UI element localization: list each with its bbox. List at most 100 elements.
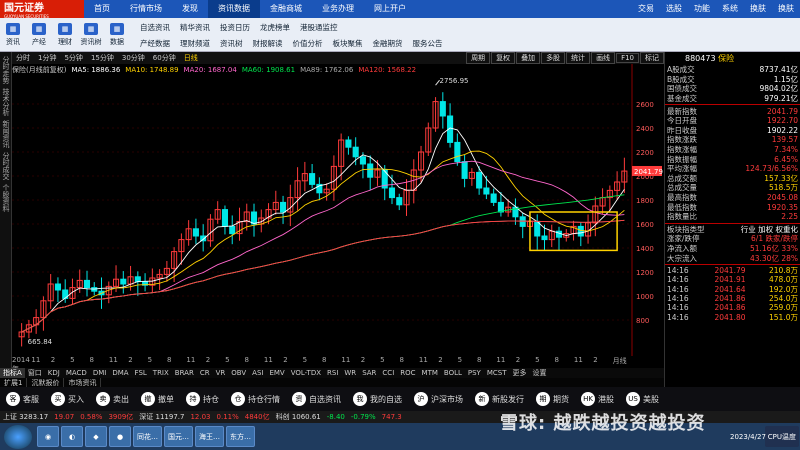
top-nav-item[interactable]: 首页 [84,0,120,18]
top-nav-item[interactable]: 行情市场 [120,0,172,18]
toolbar-link[interactable]: 板块聚焦 [328,38,368,49]
period-tab[interactable]: 30分钟 [118,53,149,63]
bottom-nav-3[interactable]: 撤撤单 [135,392,180,406]
top-nav-item[interactable]: 网上开户 [364,0,416,18]
period-tool-button[interactable]: 画线 [591,52,616,64]
toolbar-link[interactable]: 投资日历 [215,22,255,33]
top-nav-item[interactable]: 金融商城 [260,0,312,18]
bottom-nav-1[interactable]: 买买入 [45,392,90,406]
indicator-tab[interactable]: MCST [484,369,510,377]
top-right-item[interactable]: 换肤 [744,0,772,18]
period-tool-button[interactable]: 统计 [566,52,591,64]
period-tab[interactable]: 60分钟 [149,53,180,63]
indicator-tab[interactable]: VR [213,369,229,377]
top-right-item[interactable]: 选股 [660,0,688,18]
taskbar-app[interactable]: 同花… [133,426,162,447]
top-right-item[interactable]: 系统 [716,0,744,18]
taskbar-app[interactable]: 东方… [226,426,255,447]
toolbar-link[interactable]: 服务公告 [408,38,448,49]
toolbar-link[interactable]: 金融期货 [368,38,408,49]
taskbar-app[interactable]: 海王… [195,426,224,447]
toolbar-link[interactable]: 龙虎榜单 [255,22,295,33]
left-strip-tab[interactable]: 分时走势 [1,56,11,84]
taskbar-app-icon[interactable]: ◐ [61,426,83,447]
indicator-tab[interactable]: MTM [419,369,441,377]
top-nav-item[interactable]: 资讯数据 [208,0,260,18]
period-tab[interactable]: 1分钟 [34,53,60,63]
bottom-nav-7[interactable]: 我我的自选 [347,392,408,406]
period-tool-button[interactable]: F10 [616,53,639,63]
sub-tab[interactable]: 市场资讯 [64,378,102,387]
bottom-nav-4[interactable]: 持持仓 [180,392,225,406]
taskbar-app-icon[interactable]: ◉ [37,426,59,447]
bottom-nav-6[interactable]: 资自选资讯 [286,392,347,406]
toolbar-icon-button[interactable]: ▦ 产经 [26,18,52,52]
indicator-tab[interactable]: KDJ [45,369,63,377]
left-strip-tab[interactable]: 技术分析 [1,88,11,116]
period-tab[interactable]: 日线 [180,53,202,63]
indicator-tab[interactable]: CCI [379,369,397,377]
indicator-tab[interactable]: OBV [228,369,249,377]
indicator-tab[interactable]: DMA [109,369,131,377]
indicator-tab[interactable]: RSI [324,369,341,377]
top-right-item[interactable]: 交易 [632,0,660,18]
bottom-nav-10[interactable]: 期期货 [530,392,575,406]
bottom-nav-8[interactable]: 沪沪深市场 [408,392,469,406]
indicator-tab[interactable]: 更多 [510,368,530,378]
period-tool-button[interactable]: 周期 [466,52,491,64]
period-tool-button[interactable]: 标记 [640,52,664,64]
indicator-tab[interactable]: WR [341,369,359,377]
period-tool-button[interactable]: 多股 [541,52,566,64]
kline-chart[interactable]: 2600240022002000180016001400120010008002… [12,64,664,356]
top-right-item[interactable]: 功能 [688,0,716,18]
indicator-tab[interactable]: SAR [359,369,379,377]
indicator-tab[interactable]: TRIX [150,369,172,377]
toolbar-link[interactable]: 港股通监控 [295,22,343,33]
sub-tab[interactable]: 沉默报价 [27,378,65,387]
toolbar-icon-button[interactable]: ▦ 资讯 [0,18,26,52]
indicator-tab[interactable]: 指标A [0,368,25,378]
indicator-tab[interactable]: DMI [90,369,110,377]
toolbar-link[interactable]: 价值分析 [288,38,328,49]
taskbar-app-icon[interactable]: ● [109,426,131,447]
toolbar-link[interactable]: 精华资讯 [175,22,215,33]
period-tool-button[interactable]: 叠加 [516,52,541,64]
period-tool-button[interactable]: 复权 [491,52,516,64]
indicator-tab[interactable]: ROC [397,369,418,377]
toolbar-link[interactable]: 产经数据 [135,38,175,49]
left-strip-tab[interactable]: 分时成交 [1,152,11,180]
bottom-nav-12[interactable]: US 美股 [620,392,665,406]
bottom-nav-2[interactable]: 卖卖出 [90,392,135,406]
tray-cpu-temp[interactable]: CPU温度 [764,426,799,447]
left-strip-tab[interactable]: 新闻资讯 [1,120,11,148]
bottom-nav-5[interactable]: 仓持仓行情 [225,392,286,406]
bottom-nav-11[interactable]: HK 港股 [575,392,620,406]
sub-tab[interactable]: 扩展1 [0,378,28,387]
bottom-nav-0[interactable]: 客客服 [0,392,45,406]
indicator-tab[interactable]: PSY [465,369,484,377]
indicator-tab[interactable]: BOLL [441,369,465,377]
taskbar-app-icon[interactable]: ◆ [85,426,107,447]
indicator-tab[interactable]: CR [197,369,213,377]
toolbar-link[interactable]: 财报解读 [248,38,288,49]
top-nav-item[interactable]: 业务办理 [312,0,364,18]
indicator-tab[interactable]: VOL-TDX [288,369,324,377]
toolbar-link[interactable]: 理财频道 [175,38,215,49]
toolbar-link[interactable]: 自选资讯 [135,22,175,33]
indicator-tab[interactable]: ASI [249,369,266,377]
indicator-tab[interactable]: EMV [266,369,287,377]
indicator-tab[interactable]: 设置 [530,368,550,378]
period-tab[interactable]: 5分钟 [60,53,86,63]
top-nav-item[interactable]: 发现 [172,0,208,18]
start-button[interactable] [4,424,32,449]
taskbar-app[interactable]: 国元… [164,426,193,447]
indicator-tab[interactable]: MACD [63,369,90,377]
toolbar-icon-button[interactable]: ▦ 理财 [52,18,78,52]
toolbar-icon-button[interactable]: ▦ 资讯树 [78,18,104,52]
indicator-tab[interactable]: BRAR [172,369,197,377]
left-strip-tab[interactable]: 个股资料 [1,184,11,212]
toolbar-icon-button[interactable]: ▦ 数据 [104,18,130,52]
period-tab[interactable]: 15分钟 [87,53,118,63]
indicator-tab[interactable]: 窗口 [25,368,45,378]
top-right-item[interactable]: 换肤 [772,0,800,18]
